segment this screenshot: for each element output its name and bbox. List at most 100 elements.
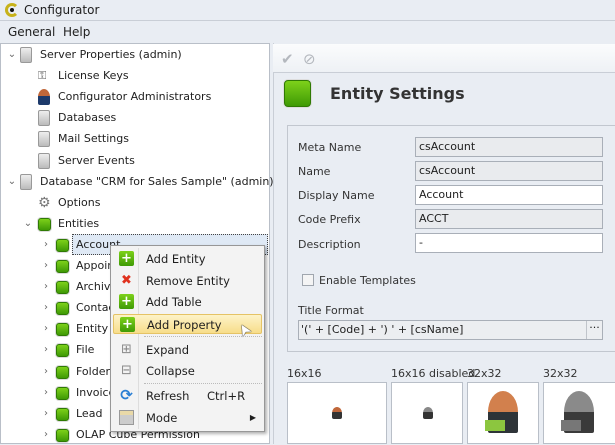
card-disabled-icon [561,420,581,431]
title-bar: Configurator [0,0,615,21]
entity-icon [56,281,69,295]
collapse-icon: ⊟ [121,363,132,378]
tree-item[interactable]: Databases [0,108,268,128]
app-logo-icon [5,3,19,17]
chevron-right-icon[interactable]: › [40,277,52,297]
tree-item[interactable]: ⌄ Server Properties (admin) [0,45,268,65]
menu-item-mode[interactable]: Mode ▶ [113,408,262,428]
add-icon: + [119,294,134,309]
menu-item-label: Collapse [146,364,195,378]
remove-icon: ✖ [121,273,132,288]
tree-item-label: Contac [76,301,115,315]
menu-item-label: Remove Entity [146,274,230,288]
tree-item-label: Lead [76,406,103,420]
menu-item-add-entity[interactable]: + Add Entity [113,249,262,269]
chevron-right-icon[interactable]: › [40,362,52,382]
tree-item-label: Folder [76,364,110,378]
chevron-right-icon[interactable]: › [40,383,52,403]
tree-item[interactable]: ⚙ Options [0,193,268,213]
image-slot-16-disabled[interactable] [391,382,463,444]
enable-templates-checkbox[interactable] [302,274,314,286]
check-icon[interactable]: ✔ [281,50,294,68]
toolbar: ✔ ⊘ [273,44,615,73]
admin-user-icon [38,89,50,106]
name-field[interactable]: csAccount [415,161,603,181]
entity-icon [56,386,69,400]
entity-icon [56,323,69,337]
entity-icon [56,260,69,273]
menu-item-label: Expand [146,343,190,357]
chevron-right-icon[interactable]: › [40,298,52,318]
menu-general[interactable]: General [8,25,55,39]
tree-item-label: License Keys [58,69,129,83]
tree-item-label: Server Properties (admin) [40,48,182,61]
title-format-field[interactable]: '(' + [Code] + ') ' + [csName] [298,320,603,340]
description-field[interactable]: - [415,233,603,253]
submenu-arrow-icon: ▶ [249,413,256,422]
meta-name-label: Meta Name [298,141,362,154]
entity-icon [56,407,69,421]
context-menu: + Add Entity ✖ Remove Entity + Add Table + Add … [110,245,265,432]
menu-item-label: Add Table [146,295,202,309]
tree-item-label: Database "CRM for Sales Sample" (admin) [40,174,274,188]
menu-item-add-property[interactable]: + Add Property ➤ [113,314,262,341]
gear-icon: ⚙ [38,194,51,211]
title-format-ellipsis-button[interactable]: ··· [586,321,602,339]
menu-bar: General Help [0,22,615,42]
chevron-down-icon[interactable]: ⌄ [22,214,34,234]
entity-icon [56,428,69,442]
entity-icon [56,344,69,358]
tree-item[interactable]: Configurator Administrators [0,87,268,107]
menu-item-label: Add Entity [146,252,206,266]
menu-item-label: Mode [146,411,178,425]
tree-item[interactable]: ⌄ Entities [0,214,268,234]
enable-templates-label[interactable]: Enable Templates [319,274,416,287]
tree-item-label: File [76,343,95,357]
tree-item[interactable]: Mail Settings [0,129,268,149]
cancel-icon[interactable]: ⊘ [303,50,316,68]
menu-help[interactable]: Help [63,25,90,39]
image-label-32: 32x32 [467,367,502,380]
refresh-icon: ⟳ [120,386,133,404]
tree-item[interactable]: Server Events [0,151,268,171]
tree-item[interactable]: ⌄ Database "CRM for Sales Sample" (admin) [0,172,274,192]
chevron-right-icon[interactable]: › [40,340,52,360]
name-label: Name [298,165,331,178]
menu-item-expand[interactable]: ⊞ Expand [113,340,262,360]
menu-item-label: Add Property [147,318,222,332]
expand-icon: ⊞ [121,342,132,357]
chevron-right-icon[interactable]: › [40,256,52,276]
image-slot-16[interactable] [287,382,387,444]
tree-item-label: Configurator Administrators [58,90,212,104]
tree-item-label: Databases [58,111,117,125]
mail-server-icon [38,131,50,148]
account-user-icon [332,407,342,419]
tree-item-label: Server Events [58,153,135,167]
menu-item-collapse[interactable]: ⊟ Collapse [113,361,262,381]
menu-item-refresh[interactable]: ⟳ Refresh Ctrl+R [113,386,262,406]
mouse-cursor-icon: ➤ [232,319,256,341]
entity-icon [56,238,69,252]
chevron-down-icon[interactable]: ⌄ [6,45,18,65]
meta-name-field[interactable]: csAccount [415,137,603,157]
chevron-right-icon[interactable]: › [40,425,52,445]
image-slot-32[interactable] [467,382,539,444]
code-prefix-field[interactable]: ACCT [415,209,603,229]
entities-icon [38,217,51,231]
database-icon [20,173,32,190]
entity-icon [56,302,69,316]
key-icon: ⚿ [38,69,47,83]
chevron-down-icon[interactable]: ⌄ [6,172,18,192]
image-slot-32-disabled[interactable] [543,382,615,444]
entity-icon [56,365,69,379]
entity-icon [284,80,311,107]
chevron-right-icon[interactable]: › [40,319,52,339]
menu-item-remove-entity[interactable]: ✖ Remove Entity [113,271,262,291]
menu-item-add-table[interactable]: + Add Table [113,292,262,312]
chevron-right-icon[interactable]: › [40,404,52,424]
chevron-right-icon[interactable]: › [40,235,52,255]
image-label-16-disabled: 16x16 disabled [391,367,476,380]
tree-item[interactable]: ⚿ License Keys [0,66,268,86]
tree-item-label: Options [58,195,101,209]
display-name-field[interactable]: Account [415,185,603,205]
